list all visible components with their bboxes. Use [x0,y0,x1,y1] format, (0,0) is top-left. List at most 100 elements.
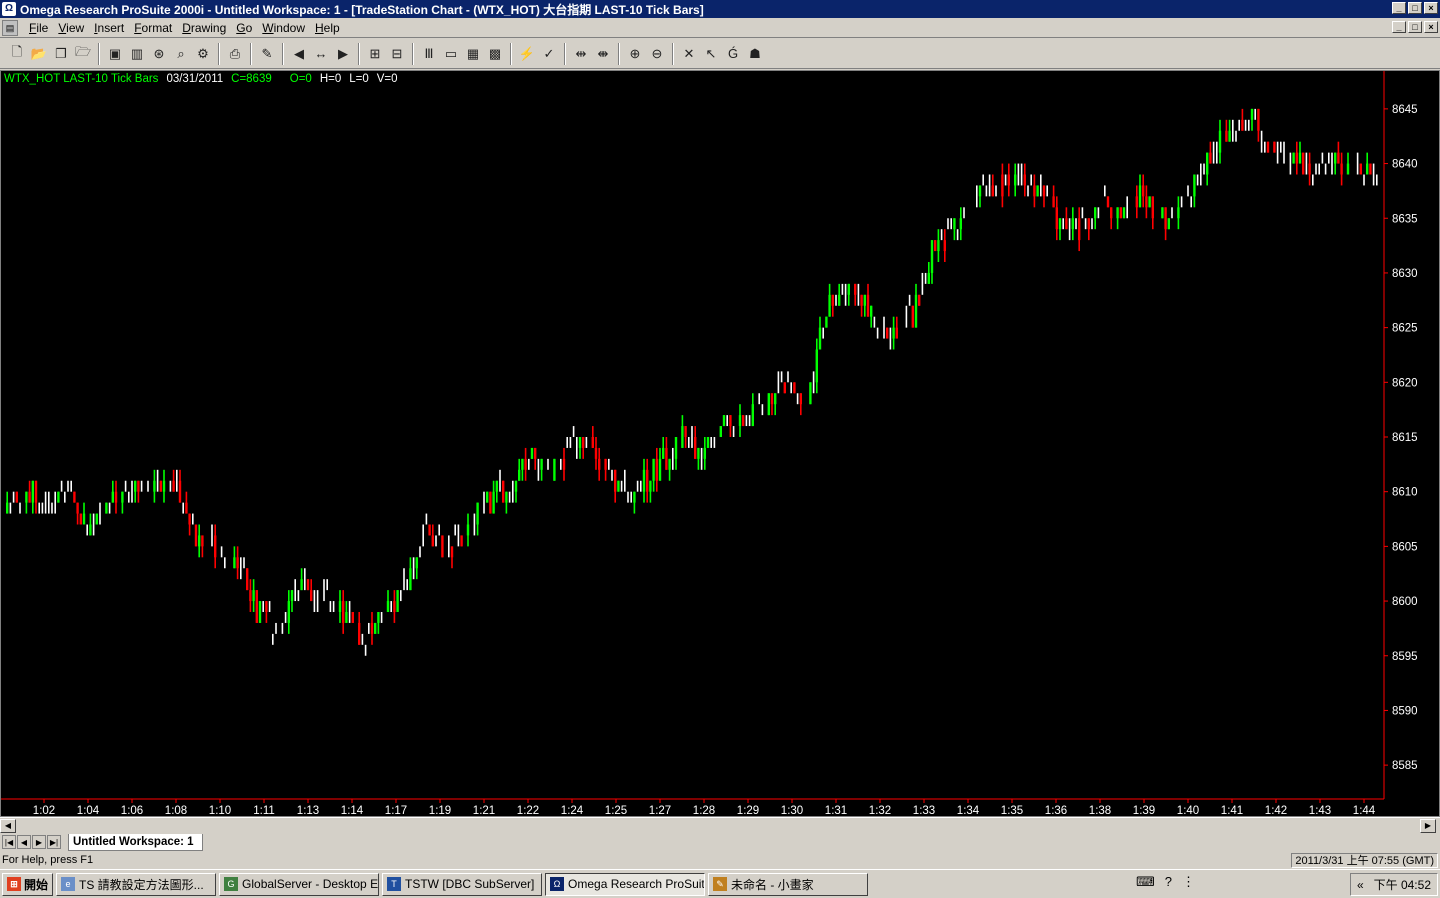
table-icon[interactable]: ▩ [484,43,506,65]
windows-icon[interactable]: ❐ [50,43,72,65]
strategy-icon[interactable]: ⚡ [516,43,538,65]
menu-window[interactable]: Window [257,21,310,35]
tab-prev-icon[interactable]: ◀ [17,835,31,849]
ime-icon[interactable]: ⋮ [1182,874,1195,890]
tick-bar [290,590,294,612]
tab-workspace-1[interactable]: Untitled Workspace: 1 [68,833,203,851]
keyboard-icon[interactable]: ⌨ [1136,874,1155,890]
tick-bar [831,294,834,317]
tray-clock[interactable]: « 下午 04:52 [1350,873,1438,896]
chart-symbol: WTX_HOT LAST-10 Tick Bars [4,73,159,85]
price-chart[interactable]: 8645 8640 8635 8630 8625 8620 8615 8610 8605 8600… [1,71,1439,816]
menu-help[interactable]: Help [310,21,345,35]
maximize-button[interactable]: □ [1408,2,1422,14]
task-button-tstw[interactable]: T TSTW [DBC SubServer] [382,872,543,896]
mdi-system-icon[interactable]: ▤ [2,19,18,36]
mdi-close-button[interactable]: × [1424,21,1438,33]
status-bar: For Help, press F1 2011/3/31 上午 07:55 (G… [0,851,1440,869]
tick-bar [815,338,818,394]
tick-bar [489,491,492,514]
tray-expand-icon[interactable]: « [1357,878,1364,892]
grid-icon[interactable]: ▦ [462,43,484,65]
tick-bar [338,590,342,623]
scroll-left-arrow-icon[interactable]: ◀ [0,819,16,833]
close-button[interactable]: × [1424,2,1438,14]
task-button-omega[interactable]: Ω Omega Research ProSuit... [545,872,706,896]
menu-view[interactable]: View [53,21,89,35]
open-icon[interactable]: 📂 [28,43,50,65]
horizontal-scrollbar[interactable]: ◀ ▶ [0,817,1440,833]
menu-format[interactable]: Format [129,21,177,35]
tick-bar [345,601,348,623]
menu-go[interactable]: Go [231,21,257,35]
tick-bar [1145,185,1148,219]
tick-bar [742,415,745,427]
chart-doc-icon[interactable]: ▥ [126,43,148,65]
tick-bar [534,447,537,470]
disabled-tool-icon[interactable]: ☗ [744,43,766,65]
folder-icon[interactable]: 🗁 [72,43,94,65]
window-icon[interactable]: ▭ [440,43,462,65]
menu-insert[interactable]: Insert [89,21,129,35]
mdi-restore-button[interactable]: □ [1408,21,1422,33]
time-tick-label: 1:14 [341,805,364,816]
tab-next-icon[interactable]: ▶ [32,835,46,849]
zoom-in-icon[interactable]: ⊕ [624,43,646,65]
task-button-paint[interactable]: ✎ 未命名 - 小畫家 [708,872,869,896]
window-title: Omega Research ProSuite 2000i - Untitled… [20,2,704,17]
tick-bar [121,491,124,514]
help-icon[interactable]: ? [1165,874,1172,890]
menu-drawing[interactable]: Drawing [177,21,231,35]
tick-bar [1164,207,1167,241]
omega-app-icon[interactable]: Ω [2,2,16,16]
bar-chart-icon[interactable]: Ⅲ [418,43,440,65]
zoom-out-icon[interactable]: ⊖ [646,43,668,65]
tick-bar [591,426,594,448]
global-icon[interactable]: Ǵ [722,43,744,65]
tab-first-icon[interactable]: |◀ [2,835,16,849]
insert-analysis-icon[interactable]: ⊞ [364,43,386,65]
tick-bar [377,612,380,634]
pointer-icon[interactable]: ↖ [700,43,722,65]
tick-bar [681,415,684,448]
tab-last-icon[interactable]: ▶| [47,835,61,849]
tools-icon[interactable]: ✕ [678,43,700,65]
chart-window[interactable]: 8645 8640 8635 8630 8625 8620 8615 8610 8605 8600… [0,70,1440,817]
start-button[interactable]: ⊞ 開始 [2,872,54,896]
scroll-right-icon[interactable]: ▶ [332,43,354,65]
task-button-globalserver[interactable]: G GlobalServer - Desktop E... [219,872,380,896]
scroll-both-icon[interactable]: ↔ [310,43,332,65]
price-tick-label: 8595 [1392,651,1418,663]
tick-bar [1116,207,1119,230]
format-icon[interactable]: ✎ [256,43,278,65]
minimize-button[interactable]: _ [1392,2,1406,14]
tick-bar [694,426,697,459]
mdi-minimize-button[interactable]: _ [1392,21,1406,33]
tick-bar [178,469,182,503]
tick-bar [991,174,994,197]
insert-study-icon[interactable]: ⊟ [386,43,408,65]
scroll-left-icon[interactable]: ◀ [288,43,310,65]
find-icon[interactable]: ⌕ [170,43,192,65]
tick-bar [825,316,828,328]
tick-bar [809,382,812,405]
compress-icon[interactable]: ⇹ [570,43,592,65]
tick-bar [633,491,636,514]
tick-bar [374,622,377,634]
tick-bar [415,557,418,580]
task-button-forum[interactable]: e TS 請教設定方法圖形... [56,872,217,896]
save-icon[interactable]: ▣ [104,43,126,65]
new-icon[interactable]: 🗋 [6,43,28,65]
signal-icon[interactable]: ✓ [538,43,560,65]
menu-file[interactable]: File [24,21,53,35]
tick-bar [562,447,566,481]
print-icon[interactable]: ⎙ [224,43,246,65]
expand-icon[interactable]: ⇼ [592,43,614,65]
time-tick-label: 1:34 [957,805,980,816]
tick-bar [598,447,601,481]
tick-bar [159,480,162,492]
tick-bar [236,546,239,580]
properties-icon[interactable]: ⚙ [192,43,214,65]
scroll-right-arrow-icon[interactable]: ▶ [1420,819,1436,833]
refresh-icon[interactable]: ⊛ [148,43,170,65]
